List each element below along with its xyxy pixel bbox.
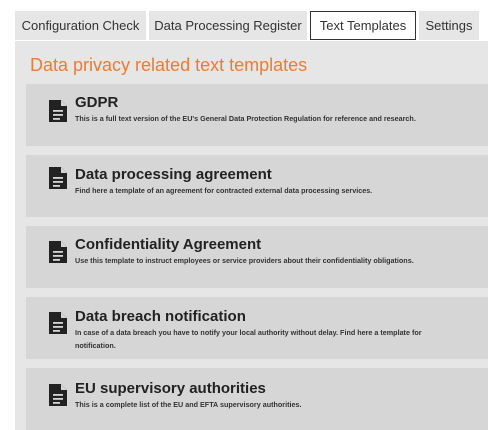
template-description: In case of a data breach you have to not… <box>75 328 422 350</box>
text-templates-panel: Data privacy related text templates GDPR… <box>15 41 488 430</box>
template-card-data-breach-notification[interactable]: Data breach notification In case of a da… <box>26 297 488 359</box>
template-card-data-processing-agreement[interactable]: Data processing agreement Find here a te… <box>26 155 488 217</box>
template-title: Data breach notification <box>75 308 246 325</box>
document-icon <box>49 241 67 263</box>
document-icon <box>49 312 67 334</box>
app-page: Configuration Check Data Processing Regi… <box>0 0 488 430</box>
document-icon <box>49 384 67 406</box>
tab-bar: Configuration Check Data Processing Regi… <box>15 11 482 41</box>
document-icon <box>49 100 67 122</box>
template-description: Find here a template of an agreement for… <box>75 186 373 195</box>
tab-data-processing-register[interactable]: Data Processing Register <box>149 11 307 40</box>
template-description: This is a full text version of the EU's … <box>75 114 416 123</box>
template-title: Data processing agreement <box>75 166 272 183</box>
template-description: Use this template to instruct employees … <box>75 256 414 265</box>
template-title: Confidentiality Agreement <box>75 236 262 253</box>
template-title: EU supervisory authorities <box>75 380 266 397</box>
template-card-confidentiality-agreement[interactable]: Confidentiality Agreement Use this templ… <box>26 226 488 288</box>
document-icon <box>49 167 67 189</box>
template-card-eu-supervisory-authorities[interactable]: EU supervisory authorities This is a com… <box>26 368 488 430</box>
page-title: Data privacy related text templates <box>30 55 308 75</box>
tab-settings[interactable]: Settings <box>419 11 479 40</box>
template-description: This is a complete list of the EU and EF… <box>75 400 302 409</box>
template-title: GDPR <box>75 94 119 111</box>
tab-text-templates[interactable]: Text Templates <box>310 11 416 40</box>
template-card-gdpr[interactable]: GDPR This is a full text version of the … <box>26 84 488 146</box>
tab-configuration-check[interactable]: Configuration Check <box>15 11 146 40</box>
